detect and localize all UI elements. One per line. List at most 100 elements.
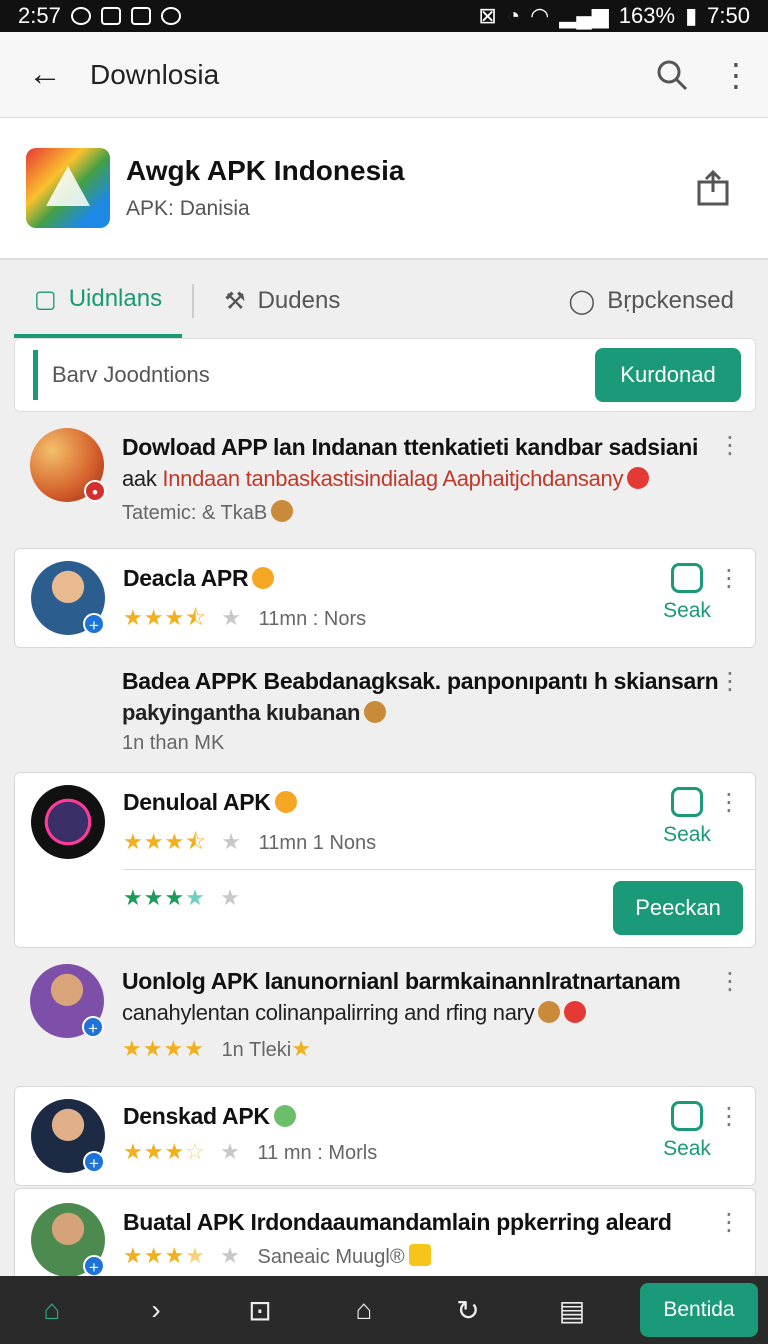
tab-label: Bṛpckensed bbox=[607, 287, 734, 314]
list-item-card[interactable]: Denuloal APK ★★★⯪ ★ 11mn 1 Nons Seak ⋮ ★… bbox=[14, 772, 756, 948]
battery-icon: ▮ bbox=[685, 3, 698, 28]
item-rating: ★★★⯪ ★ 11mn 1 Nons bbox=[123, 825, 376, 863]
more-options-button[interactable]: ⋮ bbox=[704, 32, 768, 118]
message-icon bbox=[100, 7, 121, 25]
status-bar: 2:57 ⊠ ◔ ◠ ▂▄▆ 163% ▮ 7:50 bbox=[0, 0, 768, 32]
app-subtitle: APK: Danisia bbox=[126, 197, 250, 220]
nav-files[interactable]: ▤ bbox=[520, 1276, 624, 1344]
status-badge: • bbox=[84, 480, 106, 502]
person-icon: ◯ bbox=[568, 287, 596, 315]
chat-icon bbox=[671, 563, 703, 593]
page-title: Downlosia bbox=[90, 58, 220, 90]
item-title-text: Denuloal APK bbox=[123, 789, 271, 815]
tab-label: Dudens bbox=[257, 287, 341, 314]
emoji-icon bbox=[274, 791, 297, 813]
arrow-back-icon: ← bbox=[28, 55, 62, 93]
item-meta-text: 1n Tleki bbox=[221, 1039, 292, 1061]
item-title: Badea APPK Beabdanagksak. panponıpantı h… bbox=[122, 668, 719, 694]
filter-label: Barv Joodntions bbox=[52, 362, 210, 387]
seak-label: Seak bbox=[663, 823, 711, 846]
list-item[interactable]: • Dowload APP lan Indanan ttenkatieti ka… bbox=[14, 420, 756, 540]
share-button[interactable] bbox=[658, 170, 768, 206]
item-more-button[interactable]: ⋮ bbox=[718, 670, 742, 694]
add-badge[interactable]: + bbox=[83, 613, 105, 635]
app-logo bbox=[26, 148, 110, 228]
item-desc-highlight: Inndaan tanbaskastisindialag Aaphaitjchd… bbox=[162, 466, 624, 491]
list-item-card[interactable]: + Denskad APK ★★★☆ ★ 11 mn : Morls Seak … bbox=[14, 1086, 756, 1186]
battery-level: 163% bbox=[618, 3, 676, 28]
emoji-icon bbox=[627, 467, 650, 489]
nav-lock[interactable]: ⌂ bbox=[312, 1276, 416, 1344]
item-meta-text: 11 mn : Morls bbox=[257, 1142, 378, 1164]
emoji-icon bbox=[364, 701, 387, 723]
emoji-icon bbox=[252, 567, 275, 589]
item-title: Dowload APP lan Indanan ttenkatieti kand… bbox=[122, 434, 699, 460]
seak-button[interactable]: Seak bbox=[659, 1101, 715, 1161]
star-icon: ★ bbox=[291, 1036, 312, 1061]
chat-icon bbox=[671, 1101, 703, 1131]
list-item-card[interactable]: + Deacla APR ★★★⯪ ★ 11mn : Nors Seak ⋮ bbox=[14, 548, 756, 648]
item-rating: ★★★⯪ ★ 11mn : Nors bbox=[123, 601, 366, 639]
item-description: canahylentan colinanpalirring and rfing … bbox=[122, 1000, 587, 1026]
item-title-text: Deacla APR bbox=[123, 565, 249, 591]
seak-button[interactable]: Seak bbox=[659, 563, 715, 623]
item-description: aak Inndaan tanbaskastisindialag Aaphait… bbox=[122, 466, 650, 492]
chevron-right-icon: › bbox=[151, 1294, 161, 1325]
search-icon bbox=[657, 60, 688, 90]
hammer-icon: ⚒ bbox=[224, 287, 246, 315]
terminal-icon: ⊡ bbox=[248, 1294, 272, 1326]
rating-stars: ★★★★ ★ bbox=[123, 885, 241, 910]
item-meta-text: Tatemic: & TkaB bbox=[122, 502, 268, 524]
item-rating: ★★★★ 1n Tleki★ bbox=[122, 1036, 312, 1062]
nav-forward[interactable]: › bbox=[104, 1276, 208, 1344]
back-button[interactable]: ← bbox=[0, 32, 90, 118]
item-more-button[interactable]: ⋮ bbox=[717, 1105, 741, 1129]
filter-accent bbox=[33, 350, 38, 400]
nav-terminal[interactable]: ⊡ bbox=[208, 1276, 312, 1344]
chat-icon: ▢ bbox=[34, 285, 57, 313]
list-item[interactable]: Badea APPK Beabdanagksak. panponıpantı h… bbox=[14, 658, 756, 764]
item-more-button[interactable]: ⋮ bbox=[717, 567, 741, 591]
alarm-icon: ◔ bbox=[506, 3, 521, 28]
app-name: Awgk APK Indonesia bbox=[126, 155, 405, 186]
seak-label: Seak bbox=[663, 1137, 711, 1160]
add-badge[interactable]: + bbox=[83, 1151, 105, 1173]
add-badge[interactable]: + bbox=[82, 1016, 104, 1038]
refresh-icon: ↻ bbox=[456, 1294, 480, 1326]
list-item-card[interactable]: + Buatal APK Irdondaaumandamlain ppkerri… bbox=[14, 1188, 756, 1277]
bottom-nav: ⌂ › ⊡ ⌂ ↻ ▤ Bentida bbox=[0, 1276, 768, 1344]
secondary-rating: ★★★★ ★ bbox=[123, 885, 241, 911]
item-rating: ★★★☆ ★ 11 mn : Morls bbox=[123, 1139, 377, 1165]
list-item[interactable]: + Uonlolg APK lanunornianl barmkainannlr… bbox=[14, 958, 756, 1078]
item-desc-text: pakyingantha kıubanan bbox=[122, 700, 361, 725]
photo-icon bbox=[130, 7, 151, 25]
nav-home[interactable]: ⌂ bbox=[0, 1276, 104, 1344]
rating-stars: ★★★★ bbox=[122, 1036, 205, 1061]
app-bar: ← Downlosia ⋮ bbox=[0, 32, 768, 118]
seak-button[interactable]: Seak bbox=[659, 787, 715, 847]
avatar bbox=[31, 785, 105, 859]
emoji-icon bbox=[538, 1001, 561, 1023]
item-more-button[interactable]: ⋮ bbox=[717, 791, 741, 815]
peeckan-button[interactable]: Peeckan bbox=[613, 881, 743, 935]
item-more-button[interactable]: ⋮ bbox=[717, 1211, 741, 1235]
tab-label: Uidnlans bbox=[68, 285, 163, 312]
tab-uidnlans[interactable]: ▢ Uidnlans bbox=[14, 264, 183, 338]
folder-icon: ▤ bbox=[558, 1294, 586, 1326]
wifi-icon: ◠ bbox=[530, 3, 550, 28]
item-title-text: Denskad APK bbox=[123, 1103, 270, 1129]
item-title: Uonlolg APK lanunornianl barmkainannlrat… bbox=[122, 968, 681, 994]
tab-bar: ▢ Uidnlans ⚒ Dudens ◯ Bṛpckensed bbox=[14, 264, 754, 338]
nav-refresh[interactable]: ↻ bbox=[416, 1276, 520, 1344]
tab-dudens[interactable]: ⚒ Dudens bbox=[204, 264, 360, 338]
item-more-button[interactable]: ⋮ bbox=[718, 434, 742, 458]
emoji-icon bbox=[273, 1105, 296, 1127]
tab-bpckensed[interactable]: ◯ Bṛpckensed bbox=[548, 264, 754, 338]
add-badge[interactable]: + bbox=[83, 1255, 105, 1277]
bentida-button[interactable]: Bentida bbox=[640, 1283, 758, 1337]
rating-stars: ★★★⯪ ★ bbox=[123, 605, 242, 630]
search-button[interactable] bbox=[640, 32, 704, 118]
kebab-menu-icon: ⋮ bbox=[720, 56, 752, 93]
item-more-button[interactable]: ⋮ bbox=[718, 970, 742, 994]
filter-button[interactable]: Kurdonad bbox=[595, 348, 741, 402]
